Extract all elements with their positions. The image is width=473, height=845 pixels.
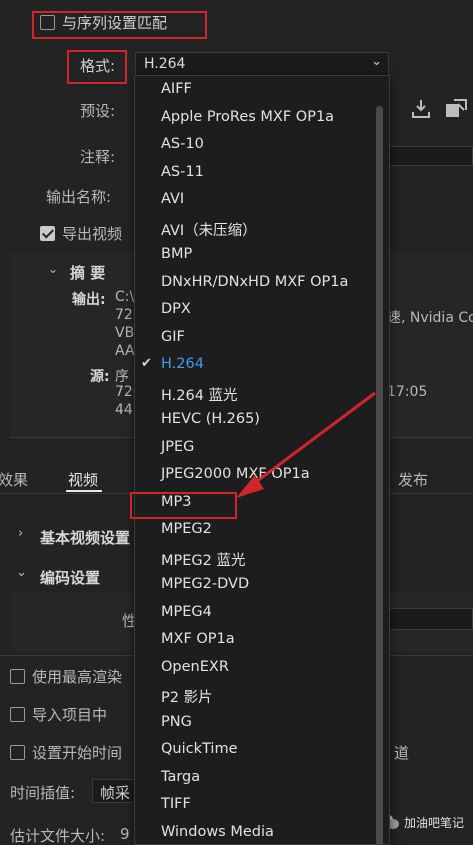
format-option[interactable]: AS-11 (161, 164, 204, 180)
format-option[interactable]: AVI (161, 191, 184, 207)
set-start-time-checkbox[interactable] (10, 745, 25, 760)
estimated-size-label: 估计文件大小: (10, 827, 106, 845)
format-option[interactable]: PNG (161, 714, 192, 730)
summary-output-line-3: VB (115, 325, 135, 341)
export-video-label: 导出视频 (62, 225, 123, 243)
tab-effects[interactable]: 效果 (0, 469, 28, 490)
highlight-mp3-option (130, 492, 237, 519)
format-option[interactable]: HEVC (H.265) (161, 411, 260, 427)
format-option[interactable]: BMP (161, 246, 192, 262)
format-option[interactable]: TIFF (161, 796, 191, 812)
format-select[interactable]: H.264 ⌄ (135, 52, 389, 76)
encoding-settings-header[interactable]: 编码设置 (40, 567, 100, 588)
summary-chevron-icon[interactable]: ⌄ (48, 262, 58, 276)
format-option[interactable]: Targa (161, 769, 200, 785)
time-interpolation-label: 时间插值: (10, 784, 76, 802)
summary-source-label: 源: (90, 369, 110, 385)
format-option[interactable]: Windows Media (161, 824, 274, 840)
import-preset-icon[interactable] (410, 98, 432, 120)
format-option[interactable]: Apple ProRes MXF OP1a (161, 109, 334, 125)
format-option[interactable]: GIF (161, 329, 185, 345)
format-option[interactable]: DNxHR/DNxHD MXF OP1a (161, 274, 348, 290)
save-preset-icon[interactable] (444, 98, 468, 120)
comment-input[interactable] (388, 146, 473, 166)
comment-label: 注释: (80, 148, 116, 166)
watermark-text: 加油吧笔记 (404, 816, 465, 830)
dropdown-scrollbar[interactable] (376, 106, 383, 844)
summary-output-line-4: AA (115, 343, 135, 359)
tab-publish[interactable]: 发布 (398, 469, 428, 490)
import-project-checkbox[interactable] (10, 707, 25, 722)
format-option[interactable]: JPEG (161, 439, 194, 455)
format-option[interactable]: QuickTime (161, 741, 238, 757)
format-option[interactable]: H.264 蓝光 (161, 384, 238, 405)
summary-output-line-1: C:\ (115, 289, 135, 305)
channel-label: 道 (394, 744, 410, 762)
time-interpolation-value: 帧采 (100, 784, 131, 802)
set-start-time-label: 设置开始时间 (32, 744, 123, 762)
estimated-size-value: 9 (120, 825, 130, 843)
format-option[interactable]: MPEG2 蓝光 (161, 549, 246, 570)
tab-video[interactable]: 视频 (68, 469, 98, 490)
format-option[interactable]: AIFF (161, 81, 192, 97)
format-option[interactable]: AVI（未压缩） (161, 219, 257, 240)
max-render-label: 使用最高渲染 (32, 668, 123, 686)
format-option[interactable]: MPEG4 (161, 604, 212, 620)
performance-select[interactable] (388, 608, 473, 630)
checkmark-icon: ✔ (141, 356, 152, 371)
tab-video-underline (66, 490, 102, 492)
format-option[interactable]: MXF OP1a (161, 631, 235, 647)
highlight-match-sequence (32, 11, 207, 39)
format-option[interactable]: DPX (161, 301, 191, 317)
summary-title: 摘 要 (70, 264, 106, 282)
format-option[interactable]: JPEG2000 MXF OP1a (161, 466, 310, 482)
preset-label: 预设: (80, 102, 116, 120)
format-select-value: H.264 (144, 56, 186, 72)
max-render-checkbox[interactable] (10, 669, 25, 684)
format-option[interactable]: OpenEXR (161, 659, 229, 675)
summary-source-line-1: 序 (115, 369, 129, 385)
format-dropdown-list[interactable]: AIFF Apple ProRes MXF OP1a AS-10 AS-11 AVI AV… (134, 75, 390, 845)
format-option[interactable]: MPEG2-DVD (161, 576, 249, 592)
basic-video-settings-header[interactable]: 基本视频设置 (40, 527, 130, 548)
format-option[interactable]: MPEG2 (161, 521, 212, 537)
format-option[interactable]: H.264 (161, 356, 204, 372)
format-option[interactable]: AS-10 (161, 136, 204, 152)
import-project-label: 导入项目中 (32, 706, 108, 724)
export-video-checkbox[interactable] (40, 226, 55, 241)
format-option[interactable]: P2 影片 (161, 686, 213, 707)
chevron-down-icon[interactable]: ⌄ (16, 565, 27, 580)
summary-source-tail: 17:05 (387, 384, 428, 400)
highlight-format-label (67, 50, 127, 84)
output-name-label: 输出名称: (46, 188, 112, 206)
summary-output-label: 输出: (72, 292, 106, 308)
chevron-right-icon[interactable]: › (18, 526, 23, 541)
chevron-down-icon: ⌄ (371, 54, 382, 69)
summary-output-tail: 速, Nvidia Co (387, 310, 473, 326)
